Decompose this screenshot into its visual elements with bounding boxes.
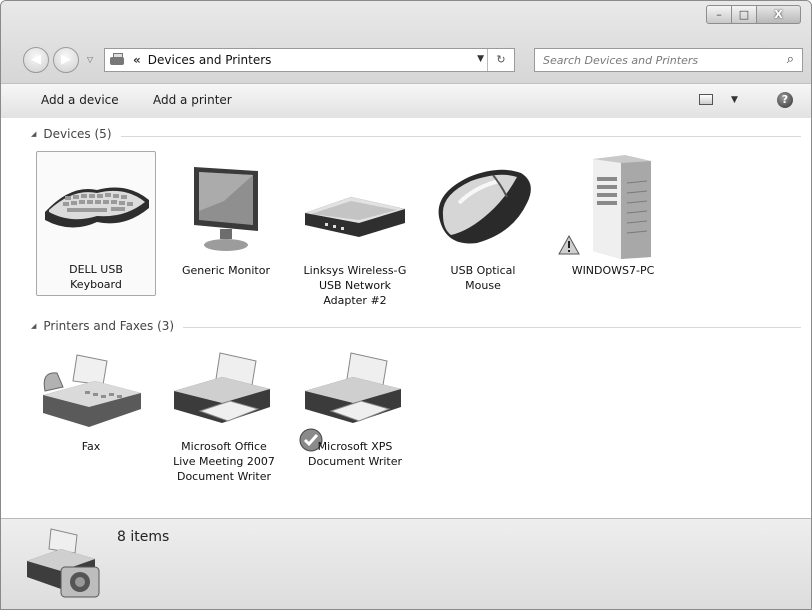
group-title-devices: Devices (5) bbox=[43, 127, 112, 141]
maximize-button[interactable]: □ bbox=[732, 5, 757, 24]
item-label: Linksys Wireless-G bbox=[303, 264, 407, 277]
device-dell-usb-keyboard[interactable]: DELL USB Keyboard bbox=[36, 151, 156, 296]
title-bar: – □ X ◀ ▶ ▽ « Devices and Printers ▼ ↻ S… bbox=[1, 1, 811, 83]
add-printer-button[interactable]: Add a printer bbox=[153, 93, 232, 107]
help-icon[interactable]: ? bbox=[777, 92, 793, 108]
fax-icon bbox=[43, 354, 141, 427]
refresh-icon[interactable]: ↻ bbox=[487, 49, 514, 71]
items-view: ◢ Devices (5) DELL USB Keyboard Generic … bbox=[1, 118, 811, 518]
device-generic-monitor[interactable]: Generic Monitor bbox=[166, 151, 286, 296]
breadcrumb-devices-and-printers[interactable]: Devices and Printers bbox=[148, 53, 272, 67]
search-icon[interactable]: ⌕ bbox=[787, 52, 794, 67]
item-label: Keyboard bbox=[70, 278, 122, 291]
item-label: Live Meeting 2007 bbox=[173, 455, 275, 468]
item-label: Microsoft XPS bbox=[317, 440, 393, 453]
warning-icon bbox=[558, 235, 580, 255]
item-label: Fax bbox=[81, 440, 101, 453]
devices-and-printers-window: – □ X ◀ ▶ ▽ « Devices and Printers ▼ ↻ S… bbox=[0, 0, 812, 610]
collapse-triangle-icon[interactable]: ◢ bbox=[31, 130, 36, 138]
search-input[interactable]: Search Devices and Printers ⌕ bbox=[534, 48, 803, 72]
device-linksys-wireless-g-usb-network-adapter[interactable]: Linksys Wireless-G USB Network Adapter #… bbox=[295, 151, 415, 321]
command-bar: Add a device Add a printer ▼ ? bbox=[1, 83, 811, 119]
minimize-button[interactable]: – bbox=[706, 5, 732, 24]
group-header-devices[interactable]: ◢ Devices (5) bbox=[31, 127, 112, 141]
network-adapter-icon bbox=[305, 197, 405, 237]
device-windows7-pc[interactable]: WINDOWS7-PC bbox=[553, 151, 673, 296]
search-placeholder: Search Devices and Printers bbox=[543, 54, 699, 67]
item-label: Mouse bbox=[465, 279, 501, 292]
printer-fax[interactable]: Fax bbox=[31, 343, 151, 473]
printer-icon bbox=[305, 352, 401, 423]
views-dropdown-icon[interactable]: ▼ bbox=[731, 95, 738, 105]
details-pane: 8 items bbox=[1, 518, 811, 609]
group-divider bbox=[183, 327, 801, 328]
item-count: 8 items bbox=[117, 529, 170, 545]
devices-printers-icon bbox=[109, 53, 127, 67]
mouse-icon bbox=[438, 169, 531, 244]
address-bar[interactable]: « Devices and Printers ▼ ↻ bbox=[104, 48, 515, 72]
group-title-printers-and-faxes: Printers and Faxes (3) bbox=[43, 319, 175, 333]
printer-icon bbox=[174, 352, 270, 423]
item-label: WINDOWS7-PC bbox=[571, 264, 655, 277]
item-label: USB Optical bbox=[450, 264, 516, 277]
change-view-icon[interactable] bbox=[699, 94, 713, 105]
close-button[interactable]: X bbox=[757, 5, 801, 24]
back-button[interactable]: ◀ bbox=[23, 47, 49, 73]
item-label: Generic Monitor bbox=[182, 264, 270, 277]
recent-pages-dropdown[interactable]: ▽ bbox=[87, 55, 93, 64]
forward-button[interactable]: ▶ bbox=[53, 47, 79, 73]
item-label: DELL USB bbox=[69, 263, 123, 276]
breadcrumb-overflow[interactable]: « bbox=[133, 53, 141, 67]
add-device-button[interactable]: Add a device bbox=[41, 93, 119, 107]
printer-microsoft-xps-document-writer[interactable]: Microsoft XPS Document Writer bbox=[295, 343, 415, 488]
item-label: Document Writer bbox=[307, 455, 403, 468]
group-divider bbox=[121, 136, 801, 137]
item-label: Microsoft Office bbox=[181, 440, 267, 453]
collapse-triangle-icon[interactable]: ◢ bbox=[31, 322, 36, 330]
computer-tower-icon bbox=[593, 155, 651, 259]
printer-microsoft-office-live-meeting-2007-document-writer[interactable]: Microsoft Office Live Meeting 2007 Docum… bbox=[164, 343, 284, 503]
item-label: Document Writer bbox=[176, 470, 272, 483]
group-header-printers-and-faxes[interactable]: ◢ Printers and Faxes (3) bbox=[31, 319, 174, 333]
item-label: Adapter #2 bbox=[323, 294, 387, 307]
device-usb-optical-mouse[interactable]: USB Optical Mouse bbox=[423, 151, 543, 296]
item-label: USB Network bbox=[318, 279, 391, 292]
keyboard-icon bbox=[45, 187, 149, 228]
address-dropdown-icon[interactable]: ▼ bbox=[477, 54, 484, 64]
monitor-icon bbox=[194, 167, 258, 251]
printer-camera-icon bbox=[27, 528, 100, 598]
caption-buttons: – □ X bbox=[706, 5, 801, 24]
